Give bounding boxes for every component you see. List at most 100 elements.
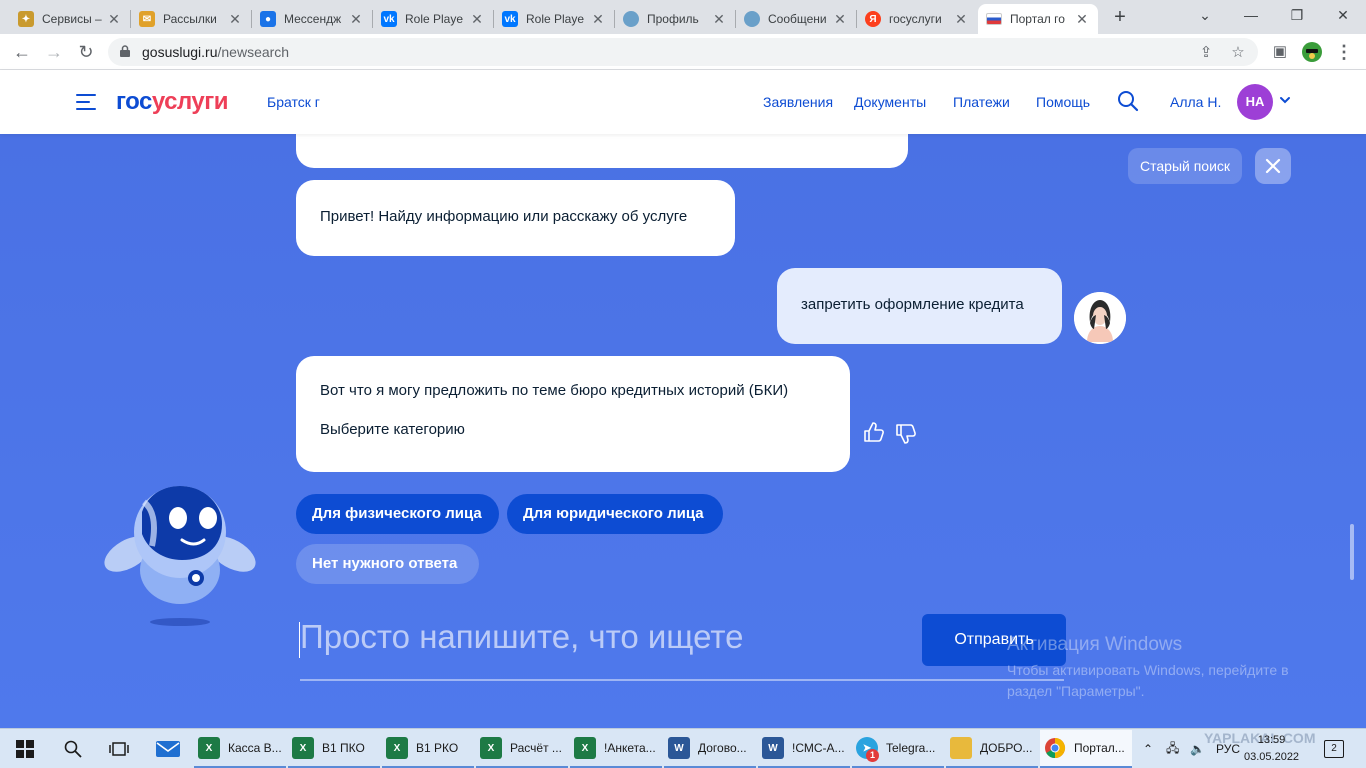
url-host: gosuslugi.ru	[142, 44, 218, 60]
system-clock[interactable]: 13:59 03.05.2022	[1244, 732, 1299, 766]
network-icon[interactable]: 🖧	[1166, 729, 1179, 768]
city-selector[interactable]: Братск г	[267, 94, 320, 110]
close-icon[interactable]: ✕	[106, 11, 122, 28]
task-view-icon[interactable]	[104, 729, 134, 768]
chevron-down-icon[interactable]	[1279, 94, 1291, 106]
close-icon[interactable]: ✕	[590, 11, 606, 28]
close-icon[interactable]: ✕	[953, 11, 969, 28]
tab-title: госуслуги	[889, 12, 942, 26]
taskbar-app[interactable]: X Касса В...	[194, 730, 286, 768]
gosuslugi-logo[interactable]: госуслуги	[116, 88, 229, 116]
option-individual[interactable]: Для физического лица	[296, 494, 499, 534]
browser-tab[interactable]: vk Role Playe ✕	[373, 4, 493, 34]
avatar[interactable]: НА	[1237, 84, 1273, 120]
close-icon[interactable]: ✕	[711, 11, 727, 28]
back-button[interactable]: ←	[10, 40, 34, 64]
word-icon: W	[668, 737, 690, 759]
nav-help[interactable]: Помощь	[1036, 94, 1090, 110]
user-message: запретить оформление кредита	[777, 268, 1062, 344]
search-input[interactable]: Просто напишите, что ищете	[300, 618, 743, 656]
tab-title: Role Playe	[405, 12, 464, 26]
chrome-icon	[1044, 737, 1066, 759]
user-name[interactable]: Алла Н.	[1170, 94, 1221, 110]
option-legal-entity[interactable]: Для юридического лица	[507, 494, 723, 534]
folder-icon	[950, 737, 972, 759]
share-icon[interactable]: ⇪	[1196, 43, 1216, 61]
bookmark-star-icon[interactable]: ☆	[1228, 43, 1248, 61]
taskbar-app[interactable]: X В1 РКО	[382, 730, 474, 768]
browser-tab[interactable]: ✦ Сервисы – ✕	[10, 4, 130, 34]
nav-applications[interactable]: Заявления	[763, 94, 833, 110]
browser-tab[interactable]: Профиль ✕	[615, 4, 735, 34]
close-icon[interactable]: ✕	[469, 11, 485, 28]
taskbar-app[interactable]: W !СМС-А...	[758, 730, 850, 768]
reload-button[interactable]: ↻	[74, 40, 98, 64]
chat-icon: ●	[260, 11, 276, 27]
tab-title: Role Playe	[526, 12, 585, 26]
search-icon[interactable]	[58, 729, 88, 768]
tab-title: Сообщени	[768, 12, 827, 26]
close-chat-button[interactable]	[1255, 148, 1291, 184]
taskbar-app[interactable]: ➤ 1 Telegra...	[852, 730, 944, 768]
bot-reply-hint: Выберите категорию	[320, 421, 465, 438]
option-no-answer[interactable]: Нет нужного ответа	[296, 544, 479, 584]
browser-tab[interactable]: Я госуслуги ✕	[857, 4, 977, 34]
scrollbar[interactable]	[1350, 524, 1354, 580]
notifications-icon[interactable]: 2	[1324, 729, 1344, 768]
close-icon[interactable]: ✕	[1074, 11, 1090, 28]
taskbar-app[interactable]: X В1 ПКО	[288, 730, 380, 768]
thumbs-down-icon[interactable]	[895, 423, 917, 445]
close-icon[interactable]: ✕	[832, 11, 848, 28]
url-path: /newsearch	[217, 44, 290, 60]
mail-icon[interactable]	[150, 729, 186, 768]
bot-greeting-text: Привет! Найду информацию или расскажу об…	[320, 208, 688, 225]
taskbar-app-active[interactable]: Портал...	[1040, 730, 1132, 768]
search-icon[interactable]	[1117, 90, 1139, 112]
russia-flag-icon	[986, 13, 1002, 25]
browser-tab-active[interactable]: Портал го ✕	[978, 4, 1098, 34]
taskbar-app[interactable]: X !Анкета...	[570, 730, 662, 768]
browser-tab[interactable]: ● Мессендж ✕	[252, 4, 372, 34]
windows-activation-watermark: Активация Windows Чтобы активировать Win…	[1007, 634, 1289, 699]
nav-payments[interactable]: Платежи	[953, 94, 1010, 110]
browser-tab-strip: ✦ Сервисы – ✕ ✉ Рассылки ✕ ● Мессендж ✕ …	[0, 0, 1366, 34]
profile-icon[interactable]	[1300, 40, 1324, 64]
close-icon[interactable]: ✕	[227, 11, 243, 28]
address-bar[interactable]: gosuslugi.ru/newsearch ⇪ ☆	[108, 38, 1258, 66]
menu-icon[interactable]	[76, 94, 96, 110]
browser-tab[interactable]: vk Role Playe ✕	[494, 4, 614, 34]
thumbs-up-icon[interactable]	[863, 421, 885, 443]
user-avatar-icon	[1074, 292, 1126, 344]
close-icon[interactable]: ✕	[348, 11, 364, 28]
nav-documents[interactable]: Документы	[854, 94, 926, 110]
tray-chevron-icon[interactable]: ⌃	[1143, 729, 1153, 768]
restore-button[interactable]: ❐	[1274, 0, 1320, 34]
excel-icon: X	[198, 737, 220, 759]
browser-toolbar: ← → ↻ gosuslugi.ru/newsearch ⇪ ☆ ▣ ⋮	[0, 34, 1366, 70]
avatar-icon	[744, 11, 760, 27]
tab-title: Рассылки	[163, 12, 217, 26]
yandex-icon: Я	[865, 11, 881, 27]
forward-button[interactable]: →	[42, 40, 66, 64]
browser-tab[interactable]: ✉ Рассылки ✕	[131, 4, 251, 34]
minimize-button[interactable]: —	[1228, 0, 1274, 34]
old-search-button[interactable]: Старый поиск	[1128, 148, 1243, 184]
taskbar-app[interactable]: X Расчёт ...	[476, 730, 568, 768]
tab-title: Профиль	[647, 12, 699, 26]
tab-search-button[interactable]: ⌄	[1182, 0, 1228, 34]
windows-start-icon[interactable]	[10, 729, 40, 768]
avatar-icon	[623, 11, 639, 27]
taskbar-app[interactable]: ДОБРО...	[946, 730, 1038, 768]
windows-taskbar: X Касса В... X В1 ПКО X В1 РКО X Расчёт ... …	[0, 728, 1366, 768]
taskbar-app[interactable]: W Догово...	[664, 730, 756, 768]
side-panel-icon[interactable]: ▣	[1268, 40, 1292, 64]
menu-dots-icon[interactable]: ⋮	[1332, 40, 1356, 64]
browser-tab[interactable]: Сообщени ✕	[736, 4, 856, 34]
word-icon: W	[762, 737, 784, 759]
tab-title: Сервисы –	[42, 12, 102, 26]
close-window-button[interactable]: ✕	[1320, 0, 1366, 34]
user-message-text: запретить оформление кредита	[801, 296, 1024, 313]
bot-message: Привет! Найду информацию или расскажу об…	[296, 180, 735, 256]
new-tab-button[interactable]: +	[1108, 6, 1132, 30]
volume-icon[interactable]: 🔈	[1190, 729, 1205, 768]
